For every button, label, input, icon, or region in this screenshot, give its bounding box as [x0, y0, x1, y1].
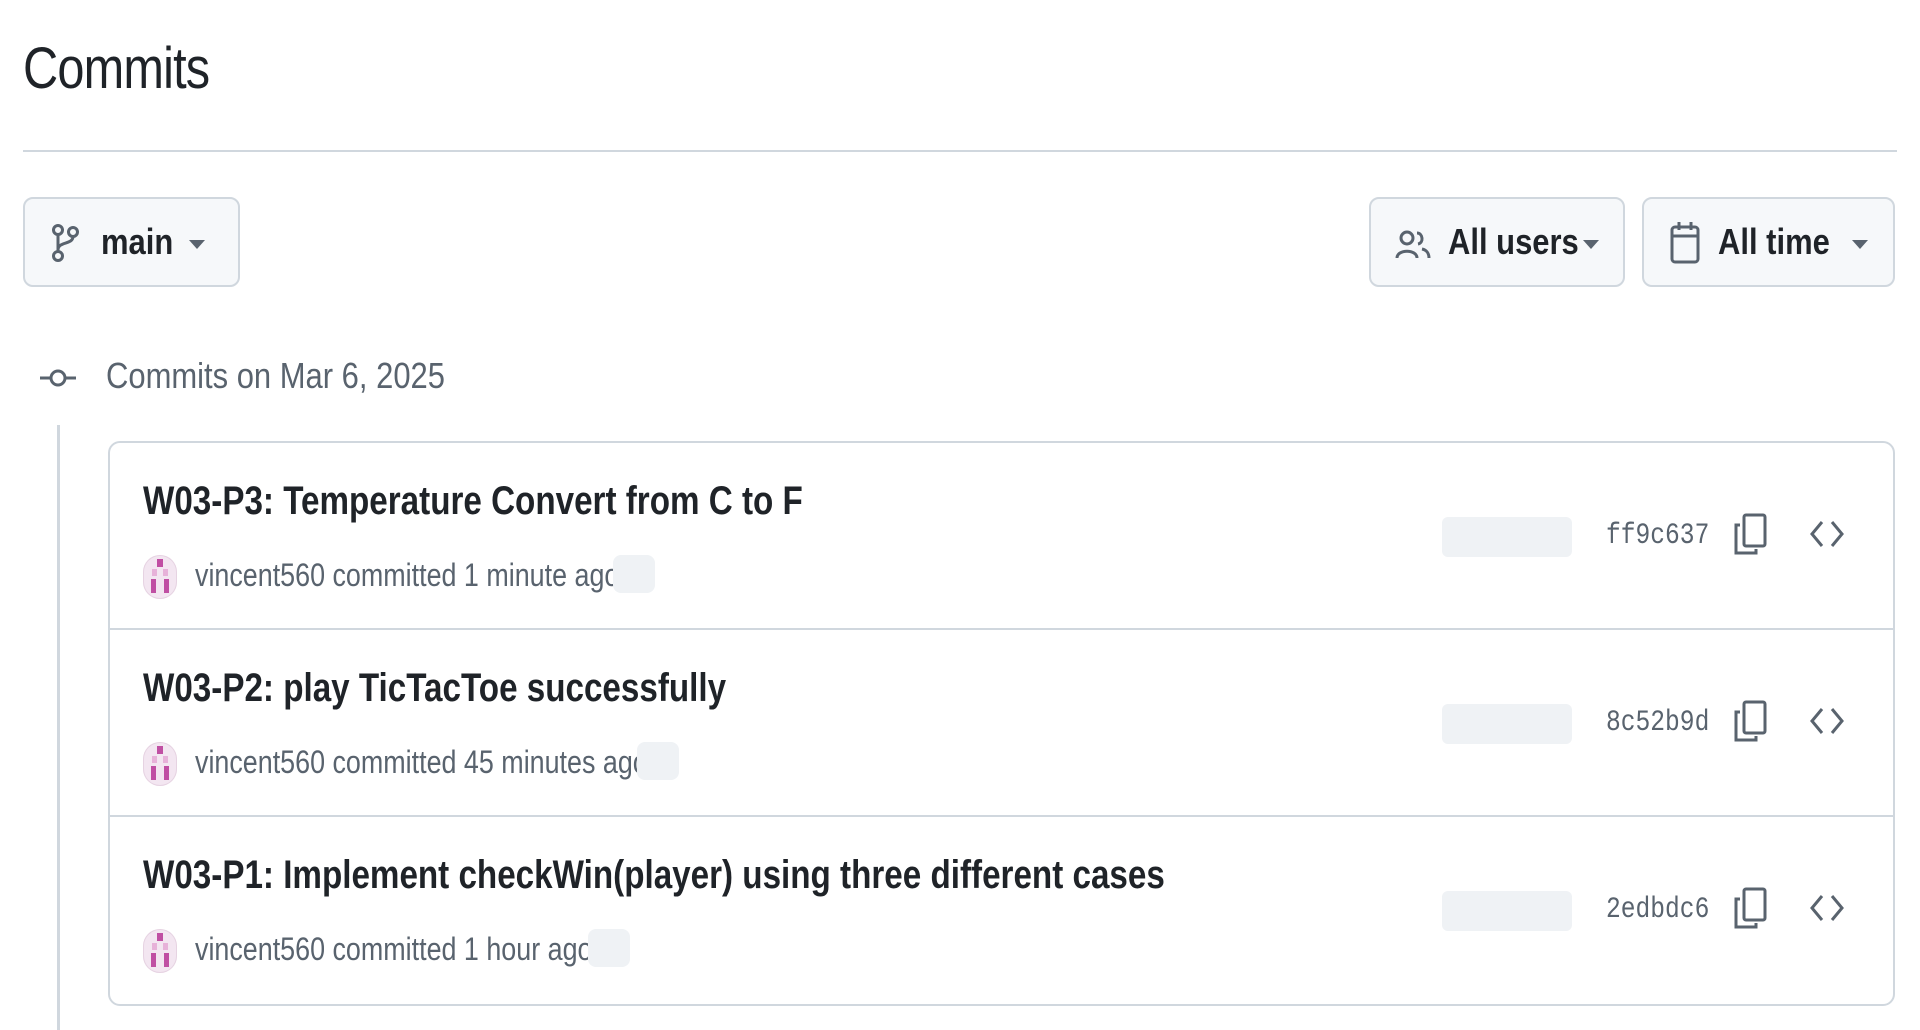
commit-group-heading: Commits on Mar 6, 2025 [106, 355, 445, 396]
timeline-line [57, 425, 60, 1030]
users-filter-button[interactable]: All users [1369, 197, 1625, 287]
commit-row: W03-P3: Temperature Convert from C to F … [110, 443, 1893, 630]
time-filter-button[interactable]: All time [1642, 197, 1895, 287]
commit-meta: vincent560 committed 1 hour ago [195, 931, 592, 968]
status-placeholder [1442, 891, 1572, 931]
commit-sha-link[interactable]: 8c52b9d [1606, 706, 1709, 740]
browse-code-icon[interactable] [1810, 519, 1844, 554]
commit-list: W03-P3: Temperature Convert from C to F … [108, 441, 1895, 1006]
commit-sha-link[interactable]: 2edbdc6 [1606, 893, 1709, 927]
time-filter-label: All time [1718, 221, 1830, 262]
avatar[interactable] [143, 929, 177, 973]
author-link[interactable]: vincent560 [195, 744, 325, 780]
commit-action: committed [332, 931, 457, 967]
commit-action: committed [332, 744, 457, 780]
author-link[interactable]: vincent560 [195, 557, 325, 593]
copy-icon[interactable] [1734, 513, 1768, 560]
page-title: Commits [23, 36, 210, 101]
chevron-down-icon [189, 240, 205, 249]
calendar-icon [1670, 221, 1700, 270]
browse-code-icon[interactable] [1810, 706, 1844, 741]
commit-time: 1 minute ago [463, 557, 620, 593]
title-divider [23, 150, 1897, 152]
avatar[interactable] [143, 742, 177, 786]
copy-icon[interactable] [1734, 887, 1768, 934]
branch-selector-button[interactable]: main [23, 197, 240, 287]
avatar[interactable] [143, 555, 177, 599]
commit-title-link[interactable]: W03-P1: Implement checkWin(player) using… [143, 853, 1165, 898]
status-placeholder [1442, 704, 1572, 744]
copy-icon[interactable] [1734, 700, 1768, 747]
badge-placeholder [613, 555, 655, 593]
commit-action: committed [332, 557, 457, 593]
status-placeholder [1442, 517, 1572, 557]
commits-page: Commits main All users All time Commits … [0, 0, 1920, 1030]
commit-meta: vincent560 committed 1 minute ago [195, 557, 619, 594]
commit-time: 45 minutes ago [463, 744, 648, 780]
branch-label: main [101, 221, 174, 262]
commit-title-link[interactable]: W03-P2: play TicTacToe successfully [143, 666, 726, 711]
browse-code-icon[interactable] [1810, 893, 1844, 928]
commit-row: W03-P2: play TicTacToe successfully vinc… [110, 630, 1893, 817]
git-branch-icon [51, 223, 79, 268]
author-link[interactable]: vincent560 [195, 931, 325, 967]
commit-title-link[interactable]: W03-P3: Temperature Convert from C to F [143, 479, 803, 524]
git-commit-icon [40, 362, 76, 399]
badge-placeholder [637, 742, 679, 780]
commit-time: 1 hour ago [463, 931, 593, 967]
chevron-down-icon [1583, 240, 1599, 249]
commit-sha-link[interactable]: ff9c637 [1606, 519, 1709, 553]
people-icon [1395, 229, 1431, 266]
commit-meta: vincent560 committed 45 minutes ago [195, 744, 648, 781]
commit-row: W03-P1: Implement checkWin(player) using… [110, 817, 1893, 1004]
chevron-down-icon [1852, 240, 1868, 249]
badge-placeholder [588, 929, 630, 967]
users-filter-label: All users [1448, 221, 1579, 262]
